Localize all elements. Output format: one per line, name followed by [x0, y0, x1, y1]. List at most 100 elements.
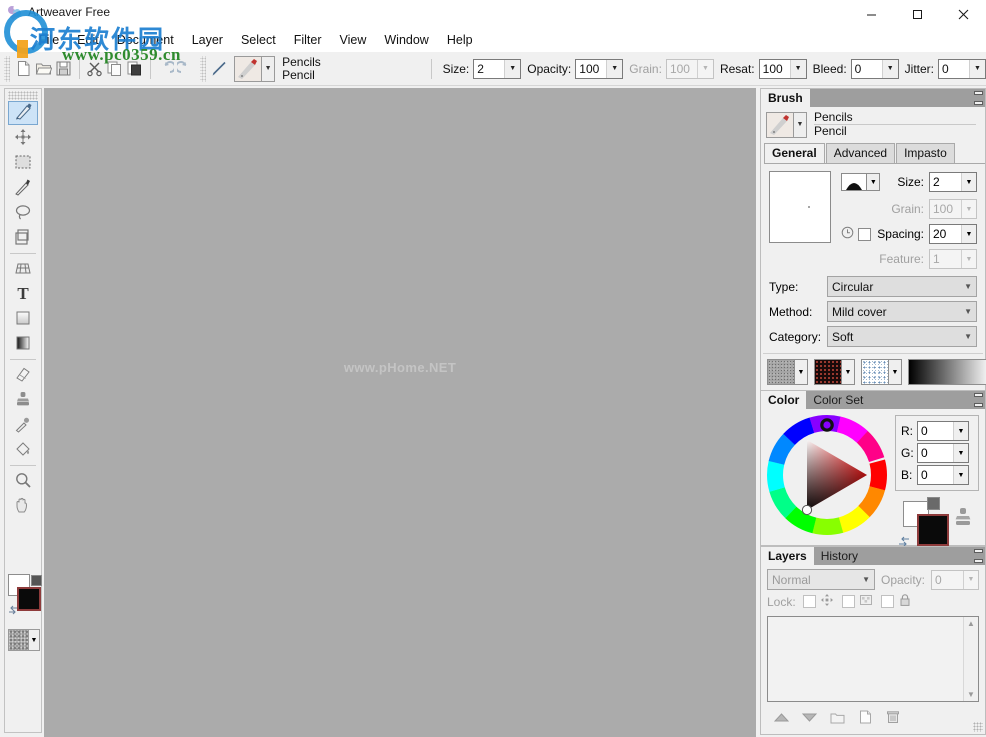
open-folder-icon[interactable]	[34, 57, 52, 81]
tab-brush[interactable]: Brush	[761, 89, 810, 107]
folder-icon[interactable]	[829, 709, 845, 725]
scissors-icon[interactable]	[85, 57, 103, 81]
scroll-up-icon[interactable]: ▲	[967, 619, 975, 628]
menu-file[interactable]: File	[30, 30, 68, 50]
bleed-dropdown-arrow[interactable]: ▼	[881, 59, 898, 78]
brush-panel-thumbnail[interactable]	[766, 111, 794, 138]
toolbar-brush-preset[interactable]: ▼ Pencils Pencil	[234, 54, 321, 84]
brush-tip-shape-icon[interactable]	[841, 173, 868, 191]
layers-panel-menu-icon[interactable]	[969, 549, 983, 563]
tool-eraser[interactable]	[8, 363, 38, 387]
save-disk-icon[interactable]	[54, 57, 72, 81]
subtab-advanced[interactable]: Advanced	[825, 143, 896, 163]
brush-tip-selector[interactable]: ▼	[841, 173, 881, 191]
brush-preset-dropdown-arrow[interactable]: ▼	[262, 55, 276, 82]
subtab-general[interactable]: General	[764, 143, 825, 163]
tool-clone-stamp[interactable]	[8, 388, 38, 412]
tab-layers[interactable]: Layers	[761, 547, 814, 565]
tool-paint-bucket[interactable]	[8, 438, 38, 462]
paper-texture-swatch[interactable]: ▼	[767, 359, 808, 385]
clone-color-stamp-icon[interactable]	[953, 507, 973, 532]
jitter-value[interactable]: 0	[939, 59, 970, 78]
background-color-swatch[interactable]	[17, 587, 41, 611]
dab-pattern-swatch[interactable]: ▼	[861, 359, 902, 385]
redo-arrow-icon[interactable]	[177, 57, 195, 81]
brush-spacing-value[interactable]: 20	[930, 225, 961, 243]
size-value[interactable]: 2	[474, 59, 505, 78]
brush-size-spinner[interactable]: 2 ▼	[929, 172, 977, 192]
lock-pixels-checkbox[interactable]	[841, 595, 855, 608]
menu-document[interactable]: Document	[108, 30, 183, 50]
lock-all-checkbox[interactable]	[880, 595, 894, 608]
tool-shape[interactable]	[8, 307, 38, 331]
paper-texture-dropdown-arrow[interactable]: ▼	[794, 360, 807, 384]
size-spinner[interactable]: 2 ▼	[473, 58, 522, 79]
bleed-value[interactable]: 0	[851, 59, 882, 78]
brush-tip-dropdown-arrow[interactable]: ▼	[867, 173, 881, 191]
g-dropdown-arrow[interactable]: ▼	[953, 444, 968, 462]
lock-transparency-checkbox[interactable]	[802, 595, 816, 608]
brush-panel-menu-icon[interactable]	[969, 91, 983, 105]
color-wheel[interactable]	[767, 415, 887, 535]
maximize-button[interactable]	[894, 0, 940, 28]
close-button[interactable]	[940, 0, 986, 28]
panel-background-swatch[interactable]	[917, 514, 949, 546]
brush-type-combo[interactable]: Circular ▼	[827, 276, 977, 297]
tool-lasso[interactable]	[8, 201, 38, 225]
layer-list[interactable]: ▲ ▼	[767, 616, 979, 702]
b-dropdown-arrow[interactable]: ▼	[953, 466, 968, 484]
menu-window[interactable]: Window	[375, 30, 437, 50]
bleed-spinner[interactable]: 0 ▼	[850, 58, 899, 79]
menu-help[interactable]: Help	[438, 30, 482, 50]
b-value[interactable]: 0	[918, 466, 953, 484]
brush-method-combo[interactable]: Mild cover ▼	[827, 301, 977, 322]
jitter-spinner[interactable]: 0 ▼	[938, 58, 986, 79]
panel-swatch-mini-indicator[interactable]	[927, 497, 940, 510]
r-spinner[interactable]: 0 ▼	[917, 421, 969, 441]
brush-category-combo[interactable]: Soft ▼	[827, 326, 977, 347]
grain-pattern-swatch[interactable]: ▼	[814, 359, 855, 385]
gradient-swatch[interactable]: ▼	[908, 359, 986, 385]
brush-spacing-dropdown-arrow[interactable]: ▼	[961, 225, 976, 243]
minimize-button[interactable]	[848, 0, 894, 28]
paste-icon[interactable]	[126, 57, 144, 81]
texture-dropdown-arrow[interactable]: ▼	[28, 630, 39, 650]
panel-resize-grip[interactable]	[973, 722, 983, 732]
menu-edit[interactable]: Edit	[68, 30, 108, 50]
g-spinner[interactable]: 0 ▼	[917, 443, 969, 463]
trash-icon[interactable]	[885, 709, 901, 725]
menu-layer[interactable]: Layer	[183, 30, 232, 50]
color-panel-menu-icon[interactable]	[969, 393, 983, 407]
brush-spacing-spinner[interactable]: 20 ▼	[929, 224, 977, 244]
tool-rect-select[interactable]	[8, 151, 38, 175]
new-file-icon[interactable]	[14, 57, 32, 81]
g-value[interactable]: 0	[918, 444, 953, 462]
tool-perspective[interactable]	[8, 257, 38, 281]
tab-history[interactable]: History	[813, 547, 866, 565]
tool-text[interactable]: T	[8, 282, 38, 306]
canvas-workspace[interactable]: www.pHome.NET	[44, 88, 756, 737]
jitter-dropdown-arrow[interactable]: ▼	[969, 59, 986, 78]
tool-move[interactable]	[8, 126, 38, 150]
menu-select[interactable]: Select	[232, 30, 285, 50]
tool-zoom[interactable]	[8, 469, 38, 493]
tool-gradient[interactable]	[8, 332, 38, 356]
opacity-spinner[interactable]: 100 ▼	[575, 58, 624, 79]
tool-texture-swatch[interactable]: ▼	[8, 629, 40, 651]
toolbar-grip[interactable]	[4, 55, 11, 82]
page-icon[interactable]	[857, 709, 873, 725]
swatch-mini-indicator[interactable]	[31, 575, 42, 586]
menu-filter[interactable]: Filter	[285, 30, 331, 50]
resat-value[interactable]: 100	[759, 59, 790, 78]
tab-color-set[interactable]: Color Set	[806, 391, 871, 409]
dab-pattern-dropdown-arrow[interactable]: ▼	[888, 360, 901, 384]
spacing-clock-icon[interactable]	[841, 226, 854, 242]
tool-crop[interactable]	[8, 226, 38, 250]
menu-view[interactable]: View	[331, 30, 376, 50]
subtab-impasto[interactable]: Impasto	[896, 143, 955, 163]
tool-eyedropper[interactable]	[8, 413, 38, 437]
undo-arrow-icon[interactable]	[157, 57, 175, 81]
r-dropdown-arrow[interactable]: ▼	[953, 422, 968, 440]
r-value[interactable]: 0	[918, 422, 953, 440]
swap-colors-icon[interactable]	[7, 604, 19, 619]
